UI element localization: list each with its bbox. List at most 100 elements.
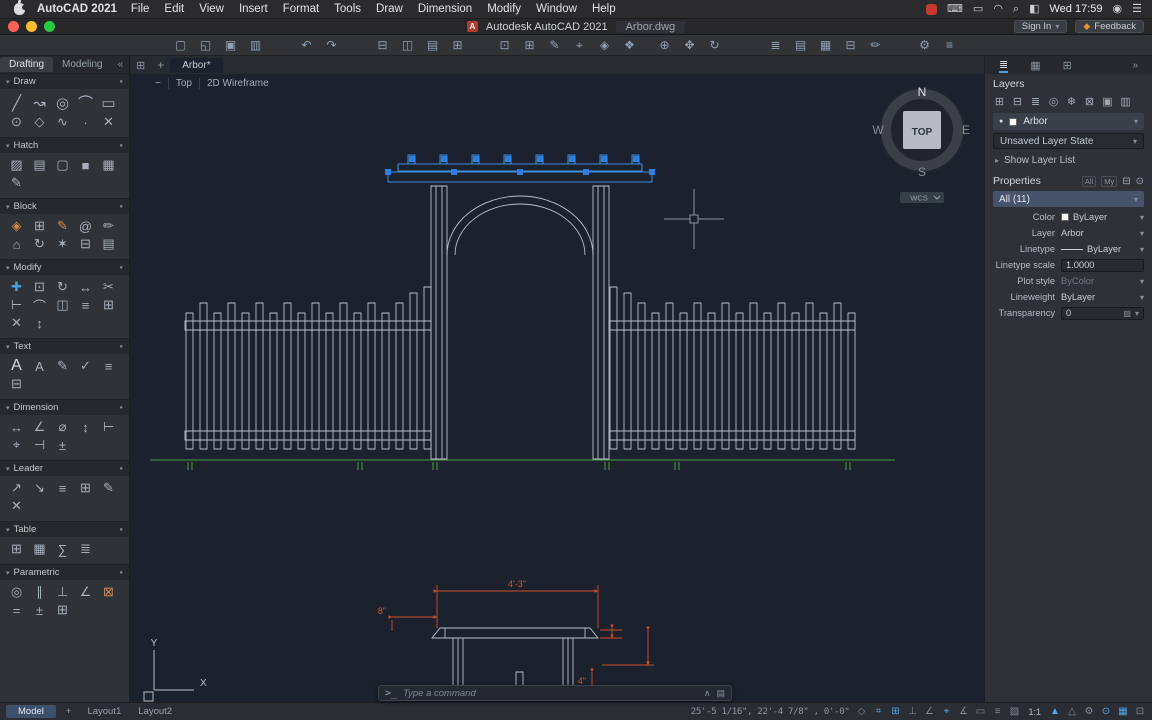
layout-tab[interactable]: Layout2: [132, 705, 178, 718]
save-icon[interactable]: ▣: [222, 39, 239, 51]
save-as-icon[interactable]: ▥: [247, 39, 264, 51]
command-history-icon[interactable]: ▤: [716, 688, 725, 699]
baseline-dimension-icon[interactable]: ⊢: [97, 418, 120, 436]
apple-menu-icon[interactable]: [14, 0, 27, 15]
notification-center-icon[interactable]: ☰: [1132, 3, 1142, 15]
polar-tracking-icon[interactable]: ∠: [923, 706, 935, 717]
color-value-dropdown[interactable]: ByLayer ▾: [1061, 212, 1144, 222]
table-cell-icon[interactable]: ▦: [28, 540, 51, 558]
attribute-edit-icon[interactable]: ✏: [97, 217, 120, 235]
menu-item[interactable]: Help: [592, 3, 616, 15]
redo-icon[interactable]: ↷: [323, 39, 340, 51]
layer-state-dropdown[interactable]: Unsaved Layer State ▾: [993, 133, 1144, 149]
file-tab-arbor[interactable]: Arbor*: [170, 57, 223, 73]
section-options-icon[interactable]: ●: [119, 204, 123, 210]
leader-collect-icon[interactable]: ⊞: [74, 479, 97, 497]
section-options-icon[interactable]: ●: [119, 527, 123, 533]
ellipse-icon[interactable]: ⊙: [5, 113, 28, 131]
tolerance-constraint-icon[interactable]: ±: [28, 601, 51, 619]
circle-icon[interactable]: ◎: [51, 92, 74, 113]
section-header-table[interactable]: ▾ Table ●: [0, 521, 129, 537]
view-compass[interactable]: TOP N E S W WCS: [872, 85, 970, 203]
tab-overview-icon[interactable]: ⊞: [130, 59, 151, 72]
block-edit-icon[interactable]: ✎: [51, 217, 74, 235]
snap-mode-icon[interactable]: ⌗: [872, 706, 884, 717]
attribute-icon[interactable]: @: [74, 217, 97, 235]
siri-icon[interactable]: ◉: [1113, 3, 1123, 15]
mtext-icon[interactable]: A: [5, 357, 28, 375]
block-sync-icon[interactable]: ↻: [28, 235, 51, 253]
section-header-hatch[interactable]: ▾ Hatch ●: [0, 137, 129, 153]
leader-edit-icon[interactable]: ✎: [97, 479, 120, 497]
equal-constraint-icon[interactable]: =: [5, 601, 28, 619]
angle-constraint-icon[interactable]: ∠: [74, 583, 97, 601]
menu-item[interactable]: View: [199, 3, 224, 15]
text-align-icon[interactable]: ≡: [97, 357, 120, 375]
zoom-window-button[interactable]: [44, 21, 55, 32]
open-file-icon[interactable]: ◱: [197, 39, 214, 51]
transparency-display-icon[interactable]: ▨: [1008, 706, 1020, 717]
array-icon[interactable]: ⊞: [97, 296, 120, 314]
annotation-scale-button[interactable]: 1:1: [1026, 707, 1043, 717]
trim-icon[interactable]: ✂: [97, 278, 120, 296]
coordinates-readout[interactable]: 25'-5 1/16", 22'-4 7/8" , 0'-0": [691, 707, 850, 717]
line-icon[interactable]: ╱: [5, 92, 28, 113]
linear-dimension-icon[interactable]: ↔: [5, 418, 28, 436]
compass-west[interactable]: W: [872, 123, 884, 137]
menu-item[interactable]: Modify: [487, 3, 521, 15]
transparency-input[interactable]: 0 ▨ ▾: [1061, 306, 1144, 320]
new-tab-button[interactable]: +: [151, 58, 170, 72]
object-snap-icon[interactable]: ⌖: [940, 706, 952, 717]
linetype-scale-input[interactable]: 1.0000: [1061, 258, 1144, 272]
object-isolate-icon[interactable]: ⊙: [1100, 706, 1112, 717]
rectangle-icon[interactable]: ▭: [97, 92, 120, 113]
layer-isolate-icon[interactable]: ◎: [1047, 95, 1060, 108]
menu-item[interactable]: Tools: [334, 3, 361, 15]
selected-top-beam[interactable]: [385, 154, 655, 183]
tolerance-icon[interactable]: ±: [51, 436, 74, 454]
selection-filter-dropdown[interactable]: All (11) ▾: [993, 191, 1144, 207]
close-window-button[interactable]: [8, 21, 19, 32]
layer-color-swatch[interactable]: [1009, 117, 1018, 126]
viewport-visual-style-button[interactable]: 2D Wireframe: [198, 78, 276, 89]
palette-collapse-icon[interactable]: «: [112, 59, 130, 70]
table-icon[interactable]: ⊞: [5, 540, 28, 558]
quick-select-icon[interactable]: ⊟: [1122, 176, 1130, 187]
pan-icon[interactable]: ✥: [681, 39, 698, 51]
section-options-icon[interactable]: ●: [119, 143, 123, 149]
section-header-leader[interactable]: ▾ Leader ●: [0, 460, 129, 476]
plot-style-dropdown[interactable]: ByColor ▾: [1061, 276, 1144, 286]
scale-icon[interactable]: ↕: [28, 314, 51, 332]
hatch-pattern-icon[interactable]: ▨: [5, 156, 28, 174]
markup-icon[interactable]: ✏: [867, 39, 884, 51]
coincident-constraint-icon[interactable]: ◎: [5, 583, 28, 601]
wifi-icon[interactable]: ◠: [993, 3, 1003, 15]
viewport-view-button[interactable]: Top: [167, 78, 199, 89]
left-fence[interactable]: [184, 286, 432, 450]
grid-display-icon[interactable]: ⊞: [889, 706, 901, 717]
menu-item[interactable]: Dimension: [418, 3, 472, 15]
diameter-dimension-icon[interactable]: ⌀: [51, 418, 74, 436]
stretch-icon[interactable]: ↔: [74, 278, 97, 296]
mirror-icon[interactable]: ◫: [51, 296, 74, 314]
tab-modeling[interactable]: Modeling: [53, 57, 112, 72]
workspace-switching-icon[interactable]: ⚙: [1083, 706, 1095, 717]
layer-freeze-icon[interactable]: ❄: [1065, 95, 1078, 108]
hatch-edit-icon[interactable]: ✎: [5, 174, 28, 192]
fillet-icon[interactable]: ⌒: [28, 296, 51, 314]
properties-filter-my[interactable]: My: [1101, 175, 1118, 187]
multileader-icon[interactable]: ↗: [5, 479, 28, 497]
spotlight-icon[interactable]: ⌕: [1013, 3, 1019, 15]
layer-new-icon[interactable]: ⊞: [993, 95, 1006, 108]
section-options-icon[interactable]: ●: [119, 344, 123, 350]
panel-collapse-icon[interactable]: »: [1132, 60, 1138, 71]
dim-width-label[interactable]: 4'-3": [508, 579, 526, 589]
arc-icon[interactable]: ⌒: [74, 92, 97, 113]
layout-tab[interactable]: Layout1: [81, 705, 127, 718]
orbit-icon[interactable]: ↻: [706, 39, 723, 51]
menubar-clock[interactable]: Wed 17:59: [1050, 3, 1103, 15]
section-options-icon[interactable]: ●: [119, 405, 123, 411]
section-options-icon[interactable]: ●: [119, 79, 123, 85]
offset-icon[interactable]: ≡: [74, 296, 97, 314]
lock-constraint-icon[interactable]: ⊠: [97, 583, 120, 601]
